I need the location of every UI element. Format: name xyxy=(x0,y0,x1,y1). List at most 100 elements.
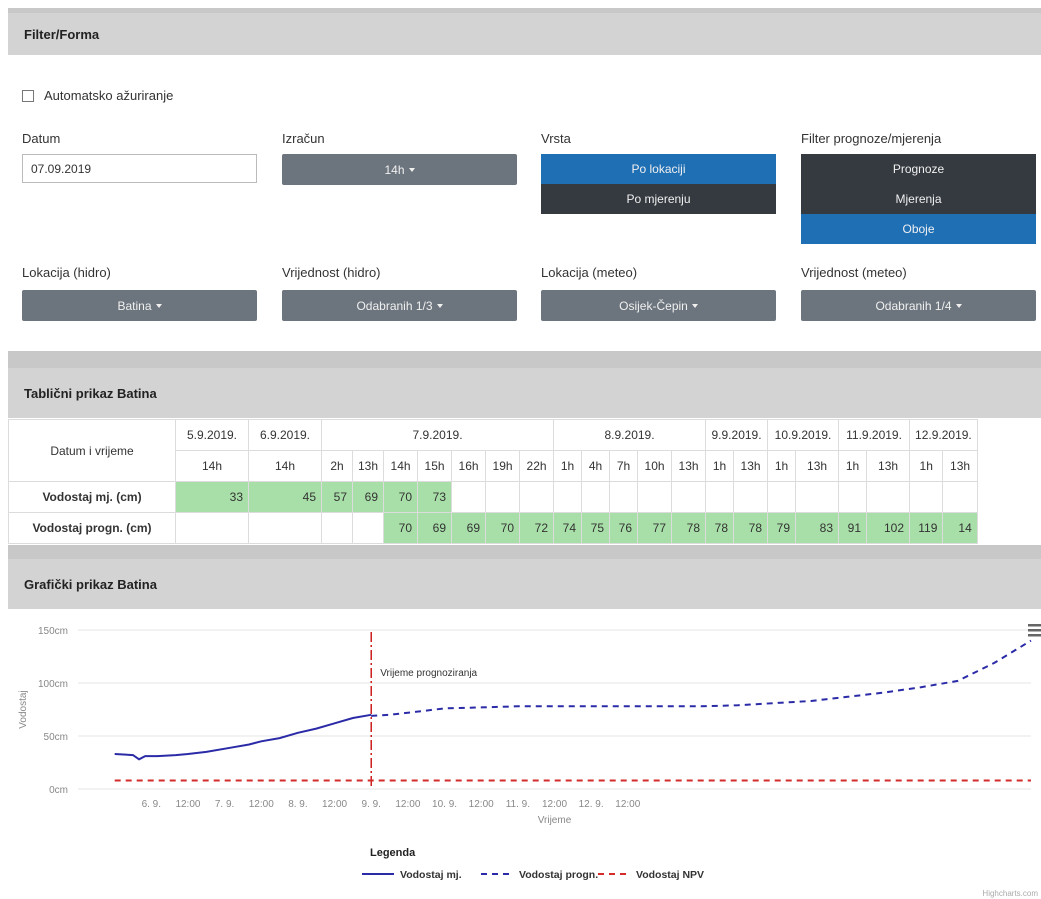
x-tick-label: 12:00 xyxy=(322,799,347,810)
y-tick-label: 150cm xyxy=(38,626,68,637)
vrsta-button-group: Po lokaciji Po mjerenju xyxy=(541,154,776,214)
chevron-down-icon xyxy=(955,303,962,308)
table-cell: 33 xyxy=(175,481,249,513)
lokacija-hidro-label: Lokacija (hidro) xyxy=(22,265,111,280)
x-tick-label: 12:00 xyxy=(542,799,567,810)
hour-header: 1h xyxy=(705,450,735,482)
filter-button-group: Prognoze Mjerenja Oboje xyxy=(801,154,1036,244)
table-cell: 70 xyxy=(485,512,521,544)
date-header: 9.9.2019. xyxy=(705,419,769,451)
hour-header: 13h xyxy=(795,450,840,482)
filter-prognoze-label: Filter prognoze/mjerenja xyxy=(801,131,942,146)
datum-input[interactable]: 07.09.2019 xyxy=(22,154,257,183)
table-cell: 83 xyxy=(795,512,840,544)
filter-option-prognoze[interactable]: Prognoze xyxy=(801,154,1036,184)
table-cell: 78 xyxy=(705,512,735,544)
auto-update-checkbox-row[interactable]: Automatsko ažuriranje xyxy=(22,88,173,103)
table-cell xyxy=(553,481,583,513)
izracun-dropdown[interactable]: 14h xyxy=(282,154,517,185)
x-tick-label: 12:00 xyxy=(615,799,640,810)
series-line-measured xyxy=(114,713,372,761)
lokacija-hidro-value: Batina xyxy=(117,298,152,313)
vrsta-option-po-lokaciji[interactable]: Po lokaciji xyxy=(541,154,776,184)
chevron-down-icon xyxy=(408,167,415,172)
chart-title: Grafički prikaz Batina xyxy=(24,576,157,592)
x-tick-label: 10. 9. xyxy=(432,799,457,810)
hour-header: 1h xyxy=(838,450,868,482)
vrsta-option-po-mjerenju[interactable]: Po mjerenju xyxy=(541,184,776,214)
table-cell xyxy=(519,481,555,513)
legend-title: Legenda xyxy=(370,847,416,859)
table-row: Vodostaj progn. (cm) 70 69 69 70 72 74 75 76 77 7… xyxy=(8,512,978,544)
table-cell xyxy=(705,481,735,513)
table-cell: 74 xyxy=(553,512,583,544)
hour-header: 13h xyxy=(733,450,769,482)
table-cell: 73 xyxy=(417,481,453,513)
table-cell: 70 xyxy=(383,512,419,544)
table-cell: 79 xyxy=(767,512,797,544)
vrijednost-hidro-label: Vrijednost (hidro) xyxy=(282,265,381,280)
hour-header: 4h xyxy=(581,450,611,482)
lokacija-meteo-dropdown[interactable]: Osijek-Čepin xyxy=(541,290,776,321)
hour-header: 1h xyxy=(767,450,797,482)
table-cell xyxy=(909,481,944,513)
table-cell xyxy=(581,481,611,513)
date-header: 10.9.2019. xyxy=(767,419,840,451)
chevron-down-icon xyxy=(691,303,698,308)
legend-item-label: Vodostaj NPV xyxy=(636,869,704,881)
hour-header: 1h xyxy=(909,450,944,482)
hour-header: 2h xyxy=(321,450,353,482)
hour-header: 14h xyxy=(248,450,322,482)
date-header: 6.9.2019. xyxy=(248,419,322,451)
hour-header: 14h xyxy=(175,450,249,482)
table-cell xyxy=(733,481,769,513)
x-axis-title: Vrijeme xyxy=(538,815,572,826)
x-tick-label: 12:00 xyxy=(175,799,200,810)
vrijednost-hidro-value: Odabranih 1/3 xyxy=(356,298,433,313)
table-row: Vodostaj mj. (cm) 33 45 57 69 70 73 xyxy=(8,481,978,513)
legend-item-label: Vodostaj progn. xyxy=(519,869,598,881)
table-cell xyxy=(637,481,673,513)
datum-value: 07.09.2019 xyxy=(31,161,92,176)
lokacija-hidro-dropdown[interactable]: Batina xyxy=(22,290,257,321)
table-cell: 69 xyxy=(351,481,385,513)
hour-header: 22h xyxy=(519,450,555,482)
chart-header: Grafički prikaz Batina xyxy=(8,559,1041,609)
table-cell xyxy=(866,481,911,513)
vrijednost-hidro-dropdown[interactable]: Odabranih 1/3 xyxy=(282,290,517,321)
filter-option-oboje[interactable]: Oboje xyxy=(801,214,1036,244)
x-tick-label: 7. 9. xyxy=(215,799,234,810)
date-header: 8.9.2019. xyxy=(553,419,707,451)
hour-header: 19h xyxy=(485,450,521,482)
filter-title: Filter/Forma xyxy=(24,26,100,42)
table-cell: 78 xyxy=(671,512,707,544)
date-header: 5.9.2019. xyxy=(175,419,249,451)
y-tick-label: 50cm xyxy=(44,732,68,743)
table-cell: 69 xyxy=(417,512,453,544)
hamburger-icon xyxy=(1028,629,1041,632)
filter-option-mjerenja[interactable]: Mjerenja xyxy=(801,184,1036,214)
chevron-down-icon xyxy=(436,303,443,308)
date-header: 7.9.2019. xyxy=(320,419,555,451)
chart-credit: Highcharts.com xyxy=(982,889,1038,898)
table-cell: 57 xyxy=(321,481,353,513)
vrijednost-meteo-dropdown[interactable]: Odabranih 1/4 xyxy=(801,290,1036,321)
izracun-label: Izračun xyxy=(282,131,325,146)
water-level-chart: 0cm 50cm 100cm 150cm 6. 9. 12:00 7. 9. 12:00 8. … xyxy=(18,624,1041,898)
x-tick-label: 12:00 xyxy=(249,799,274,810)
auto-update-checkbox[interactable] xyxy=(22,89,34,102)
table-cell: 72 xyxy=(519,512,555,544)
vrsta-label: Vrsta xyxy=(541,131,571,146)
water-level-table: Datum i vrijeme 5.9.2019. 6.9.2019. 7.9.… xyxy=(8,419,978,544)
hamburger-icon xyxy=(1028,624,1041,627)
hamburger-icon xyxy=(1028,634,1041,637)
table-cell: 70 xyxy=(383,481,419,513)
hour-header: 16h xyxy=(451,450,487,482)
table-cell xyxy=(767,481,797,513)
table-cell xyxy=(838,481,868,513)
y-tick-label: 0cm xyxy=(49,785,68,796)
table-cell xyxy=(351,512,385,544)
hour-header: 13h xyxy=(866,450,911,482)
x-tick-label: 11. 9. xyxy=(506,799,530,810)
table-cell: 75 xyxy=(581,512,611,544)
